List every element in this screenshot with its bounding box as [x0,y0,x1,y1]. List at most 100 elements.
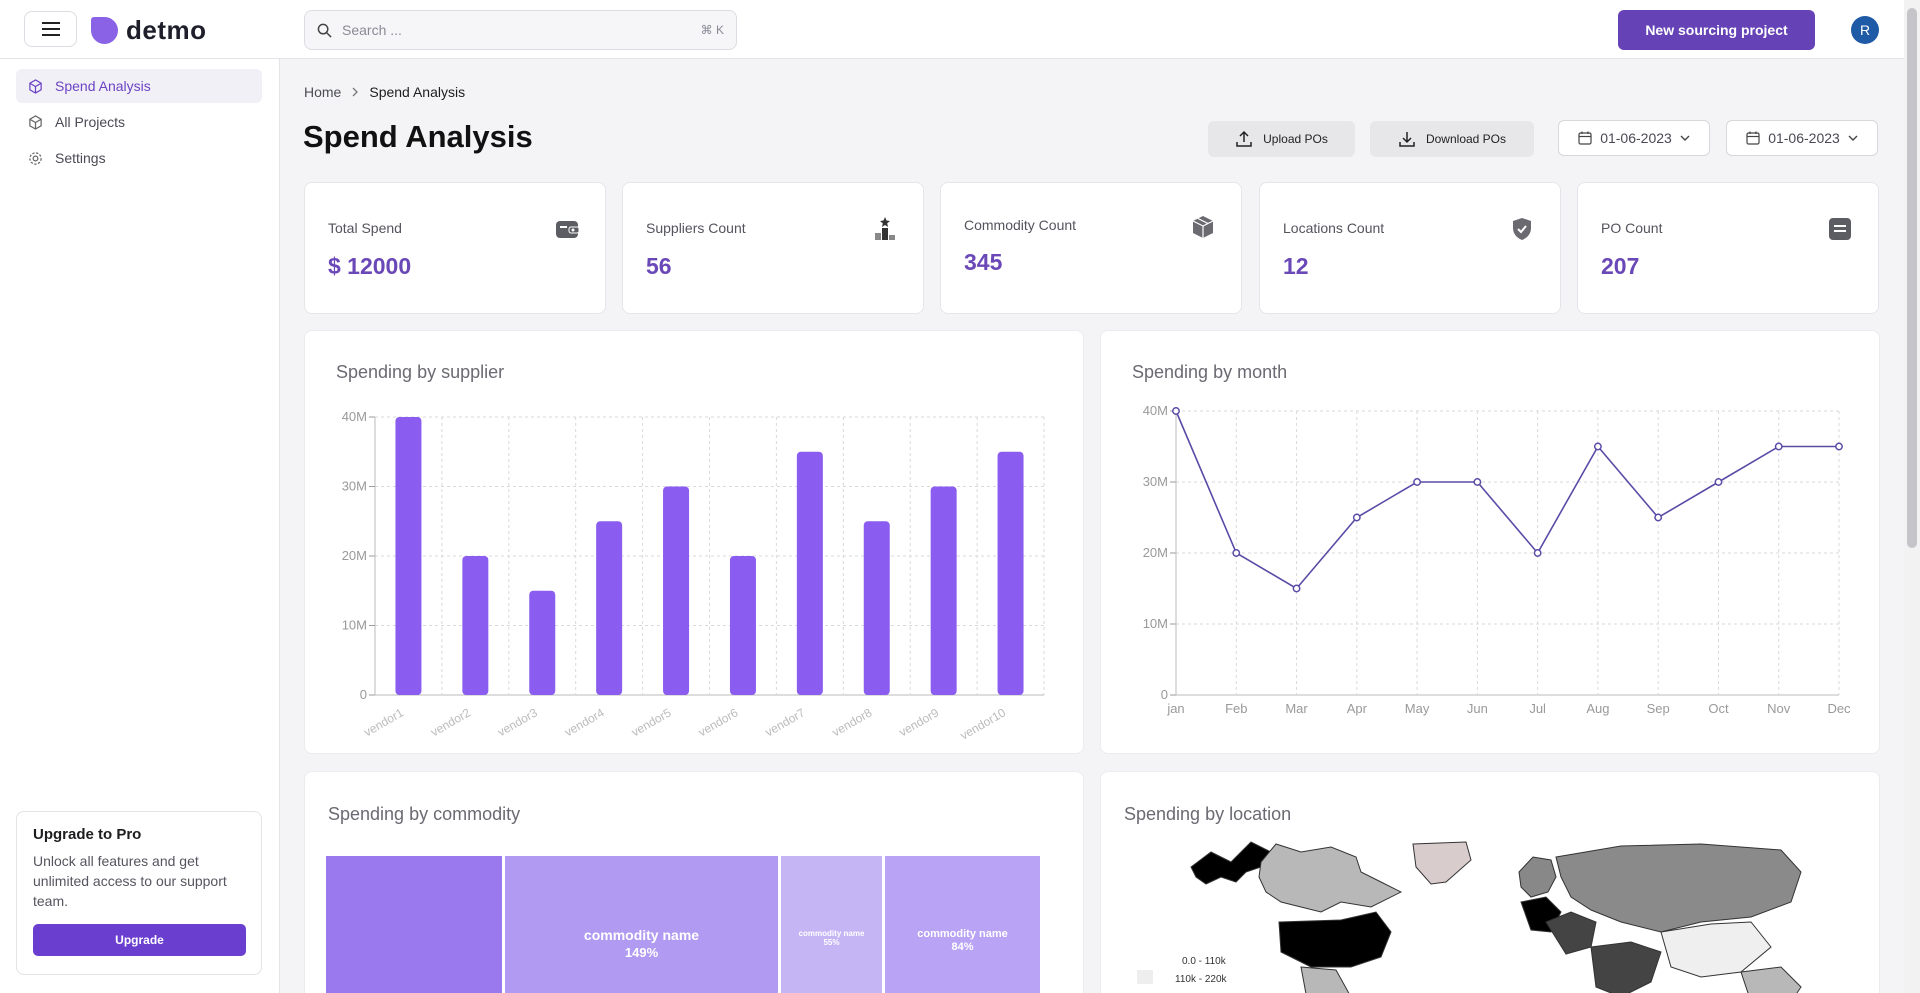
supplier-chart-card: Spending by supplier 0 10M 20M 30M 40M vendor… [304,330,1084,754]
y-tick-label: 0 [1161,687,1168,702]
upload-pos-button[interactable]: Upload POs [1208,121,1355,157]
menu-toggle-button[interactable] [24,11,77,47]
x-tick-label: Oct [1708,701,1729,716]
x-tick-label: jan [1166,701,1184,716]
map-legend-label: 0.0 - 110k [1182,956,1227,967]
y-tick-label: 20M [1143,545,1168,560]
wallet-icon [556,221,579,238]
cube-icon [29,114,42,130]
sidebar-item-label: Settings [55,150,106,166]
download-label: Download POs [1425,132,1507,146]
stat-card-suppliers: Suppliers Count 56 [622,182,924,314]
x-tick-label: vendor9 [897,705,942,739]
breadcrumb: Home Spend Analysis [304,84,465,100]
x-tick-label: Aug [1586,701,1609,716]
search-icon [317,23,332,38]
stat-value: 345 [964,249,1003,275]
bar [997,451,1024,695]
sidebar-item-settings[interactable]: Settings [16,141,262,175]
data-point [1413,478,1422,486]
supplier-bar-chart: 0 10M 20M 30M 40M vendor1 vendor2 vendor3 vendor… [342,409,1045,743]
x-tick-label: vendor6 [696,705,741,739]
treemap-tile-pct: 84% [951,941,974,953]
calendar-icon [1578,131,1592,145]
search-placeholder: Search ... [342,22,402,38]
x-tick-label: Sep [1647,701,1670,716]
upgrade-button[interactable]: Upgrade [33,924,246,956]
download-pos-button[interactable]: Download POs [1370,121,1534,157]
logo-icon [91,17,118,44]
data-point [1533,549,1542,557]
data-point [1473,478,1482,486]
stat-card-total-spend: Total Spend $ 12000 [304,182,606,314]
stat-card-po-count: PO Count 207 [1577,182,1879,314]
chevron-down-icon [1680,135,1690,141]
stat-card-commodity: Commodity Count 345 [940,182,1242,314]
x-tick-label: vendor4 [562,705,607,739]
x-tick-label: Nov [1767,701,1791,716]
month-chart-card: Spending by month 0 10M 20M 30M 40M jan Feb Mar… [1100,330,1880,754]
hamburger-icon [41,22,60,36]
bar [663,486,690,695]
new-sourcing-project-button[interactable]: New sourcing project [1618,10,1815,50]
treemap-tile[interactable]: commodity name 84% [885,856,1040,993]
y-tick-label: 20M [342,548,367,563]
treemap-tile-name: commodity name [798,929,865,938]
list-icon [1829,218,1851,240]
upgrade-text: Unlock all features and get unlimited ac… [33,853,227,909]
y-tick-label: 40M [342,409,367,424]
search-input[interactable]: Search ... ⌘ K [304,10,737,50]
upgrade-card: Upgrade to Pro Unlock all features and g… [16,811,262,975]
date-from-picker[interactable]: 01-06-2023 [1558,120,1710,156]
data-point [1352,513,1361,522]
map-legend-label: 110k - 220k [1175,974,1228,985]
sidebar-item-all-projects[interactable]: All Projects [16,105,262,139]
chevron-right-icon [352,87,359,97]
search-shortcut: ⌘ K [700,23,724,37]
commodity-chart-card: Spending by commodity commodity name 149… [304,771,1084,993]
y-tick-label: 30M [1143,474,1168,489]
breadcrumb-home[interactable]: Home [304,84,341,100]
page-title: Spend Analysis [303,119,533,154]
stat-value: 56 [646,253,672,279]
x-tick-label: vendor7 [763,705,808,739]
month-line-chart: 0 10M 20M 30M 40M jan Feb Mar Apr May Jun Jul Aug Sep… [1143,403,1851,716]
bar [863,521,890,695]
bar [596,521,623,695]
world-map[interactable]: 0.0 - 110k 110k - 220k [1101,772,1880,993]
logo-text: detmo [126,15,207,45]
bar [729,556,756,695]
data-point [1835,442,1843,451]
series-line [1175,410,1839,590]
treemap-tile[interactable]: commodity name 55% [781,856,882,993]
breadcrumb-current: Spend Analysis [369,84,466,100]
box-icon [1192,216,1214,238]
scrollbar-thumb[interactable] [1907,8,1917,548]
treemap-tile[interactable]: commodity name 149% [505,856,778,993]
x-tick-label: vendor2 [428,705,473,739]
treemap-tile[interactable] [326,856,502,993]
stat-value: 207 [1601,253,1640,279]
sidebar-item-spend-analysis[interactable]: Spend Analysis [16,69,262,103]
location-chart-card: Spending by location 0.0 - 110k 110k - 2… [1100,771,1880,993]
upload-label: Upload POs [1263,132,1328,146]
treemap-tile-name: commodity name [583,927,700,943]
avatar[interactable]: R [1851,16,1879,44]
x-tick-label: Jul [1529,701,1546,716]
map-legend-swatch [1137,970,1153,984]
gear-icon [29,151,42,165]
app-logo[interactable]: detmo [91,15,207,46]
date-to-picker[interactable]: 01-06-2023 [1726,120,1878,156]
podium-icon [875,217,895,240]
cube-icon [29,78,42,94]
calendar-icon [1746,131,1760,145]
stat-label: Suppliers Count [646,220,746,236]
bar [529,590,556,695]
y-tick-label: 40M [1143,403,1168,418]
stat-label: PO Count [1601,220,1663,236]
data-point [1593,442,1602,451]
shield-check-icon [1513,218,1531,240]
x-tick-label: Jun [1467,701,1488,716]
x-tick-label: vendor5 [629,705,674,739]
page-scrollbar[interactable] [1904,0,1920,993]
